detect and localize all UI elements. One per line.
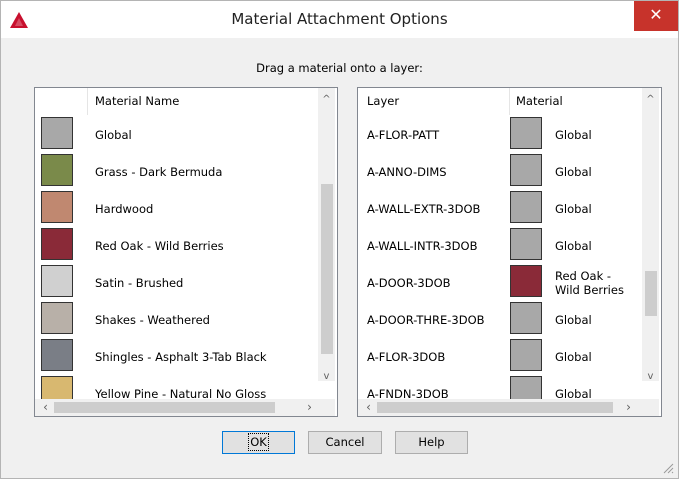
layer-name: A-WALL-EXTR-3DOB xyxy=(367,202,481,216)
close-icon: ✕ xyxy=(649,5,663,24)
hscroll-thumb[interactable] xyxy=(54,402,275,413)
ok-button[interactable]: OK xyxy=(222,431,295,454)
close-button[interactable]: ✕ xyxy=(634,1,678,31)
material-swatch xyxy=(41,265,73,297)
layer-material-line2: Wild Berries xyxy=(555,283,624,297)
scroll-up-icon[interactable]: ^ xyxy=(642,91,659,108)
layer-material: Global xyxy=(555,128,592,142)
scroll-thumb[interactable] xyxy=(321,184,333,354)
layer-name: A-FLOR-3DOB xyxy=(367,350,446,364)
scroll-left-icon[interactable]: ‹ xyxy=(37,399,54,416)
scroll-right-icon[interactable]: › xyxy=(620,399,637,416)
layer-name: A-WALL-INTR-3DOB xyxy=(367,239,478,253)
material-name-header[interactable]: Material Name xyxy=(95,88,315,115)
window-title: Material Attachment Options xyxy=(231,10,448,28)
material-name: Hardwood xyxy=(95,202,154,216)
layer-column-header[interactable]: Layer xyxy=(367,88,507,115)
layer-name: A-DOOR-3DOB xyxy=(367,276,451,290)
layer-name: A-DOOR-THRE-3DOB xyxy=(367,313,485,327)
hscroll-thumb[interactable] xyxy=(377,402,613,413)
layers-list[interactable]: Layer Material A-FLOR-PATT Global A-ANNO… xyxy=(357,87,662,417)
vertical-scrollbar[interactable]: ^ v xyxy=(318,88,335,382)
column-divider xyxy=(87,88,88,115)
vertical-scrollbar[interactable]: ^ v xyxy=(642,88,659,382)
layer-name: A-ANNO-DIMS xyxy=(367,165,447,179)
material-swatch xyxy=(510,339,542,371)
horizontal-scrollbar[interactable]: ‹ › xyxy=(358,399,659,416)
material-name: Satin - Brushed xyxy=(95,276,184,290)
material-swatch xyxy=(510,191,542,223)
materials-list[interactable]: Material Name Global Grass - Dark Bermud… xyxy=(34,87,338,417)
layer-material-line1: Red Oak - xyxy=(555,269,612,283)
layer-material: Global xyxy=(555,313,592,327)
material-swatch xyxy=(510,302,542,334)
cancel-button-label: Cancel xyxy=(325,435,365,449)
resize-grip-icon[interactable] xyxy=(662,462,674,474)
layer-material: Global xyxy=(555,239,592,253)
dialog-window: Material Attachment Options ✕ Drag a mat… xyxy=(0,0,679,479)
layer-material: Global xyxy=(555,350,592,364)
cancel-button[interactable]: Cancel xyxy=(308,431,382,454)
material-swatch xyxy=(41,117,73,149)
help-button[interactable]: Help xyxy=(395,431,468,454)
material-name: Global xyxy=(95,128,132,142)
material-swatch xyxy=(41,302,73,334)
scroll-down-icon[interactable]: v xyxy=(318,368,335,385)
scroll-down-icon[interactable]: v xyxy=(642,368,659,385)
material-swatch xyxy=(510,117,542,149)
material-name: Red Oak - Wild Berries xyxy=(95,239,224,253)
swatch-column-header[interactable] xyxy=(35,88,87,115)
layer-material: Global xyxy=(555,165,592,179)
ok-button-label: OK xyxy=(248,433,269,451)
layer-name: A-FLOR-PATT xyxy=(367,128,440,142)
material-swatch xyxy=(41,228,73,260)
material-name: Grass - Dark Bermuda xyxy=(95,165,223,179)
column-divider xyxy=(509,88,510,115)
material-name: Shakes - Weathered xyxy=(95,313,210,327)
material-name: Shingles - Asphalt 3-Tab Black xyxy=(95,350,267,364)
scroll-up-icon[interactable]: ^ xyxy=(318,91,335,108)
help-button-label: Help xyxy=(418,435,445,449)
material-swatch xyxy=(510,265,542,297)
scroll-thumb[interactable] xyxy=(645,271,657,316)
material-swatch xyxy=(510,154,542,186)
material-swatch xyxy=(510,228,542,260)
instruction-text: Drag a material onto a layer: xyxy=(256,61,423,75)
horizontal-scrollbar[interactable]: ‹ › xyxy=(35,399,335,416)
scroll-left-icon[interactable]: ‹ xyxy=(360,399,377,416)
material-column-header[interactable]: Material xyxy=(516,88,636,115)
title-bar[interactable]: Material Attachment Options ✕ xyxy=(1,1,678,38)
layer-material: Global xyxy=(555,202,592,216)
material-swatch xyxy=(41,154,73,186)
material-swatch xyxy=(41,339,73,371)
scroll-right-icon[interactable]: › xyxy=(301,399,318,416)
material-swatch xyxy=(41,191,73,223)
